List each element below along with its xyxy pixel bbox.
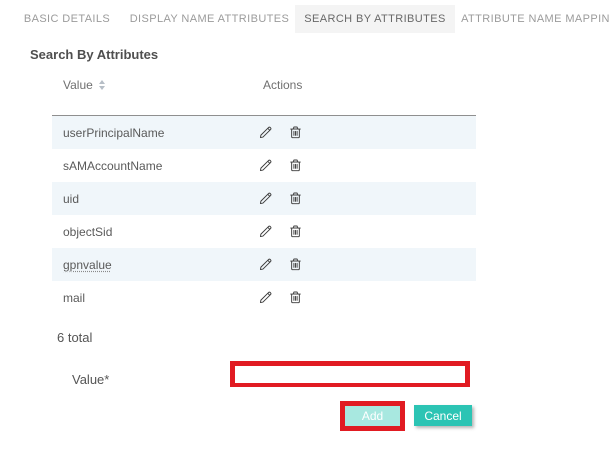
row-value: userPrincipalName	[63, 126, 258, 140]
red-annotation-box-input	[230, 361, 470, 387]
row-actions	[258, 125, 303, 140]
table-row: gpnvalue	[52, 248, 476, 281]
column-header-value-label: Value	[63, 78, 93, 92]
cancel-button[interactable]: Cancel	[414, 405, 472, 426]
delete-trash-icon[interactable]	[288, 257, 303, 272]
table-row: mail	[52, 281, 476, 314]
table-row: userPrincipalName	[52, 116, 476, 149]
delete-trash-icon[interactable]	[288, 290, 303, 305]
column-header-value[interactable]: Value	[63, 78, 263, 92]
attributes-table: Value Actions userPrincipalName	[52, 78, 476, 314]
value-input[interactable]	[235, 367, 465, 383]
row-value: mail	[63, 291, 258, 305]
tab-search-by-attributes[interactable]: SEARCH BY ATTRIBUTES	[295, 5, 455, 33]
edit-pencil-icon[interactable]	[258, 257, 273, 272]
table-row: sAMAccountName	[52, 149, 476, 182]
row-value: sAMAccountName	[63, 159, 258, 173]
delete-trash-icon[interactable]	[288, 191, 303, 206]
column-header-actions: Actions	[263, 78, 302, 92]
tab-bar: BASIC DETAILS DISPLAY NAME ATTRIBUTES SE…	[0, 5, 609, 33]
edit-pencil-icon[interactable]	[258, 158, 273, 173]
delete-trash-icon[interactable]	[288, 158, 303, 173]
search-by-attributes-page: { "tabs": [ { "label": "BASIC DETAILS", …	[0, 0, 609, 449]
table-header: Value Actions	[52, 78, 476, 115]
row-actions	[258, 290, 303, 305]
value-field-label: Value*	[72, 372, 109, 387]
table-row: uid	[52, 182, 476, 215]
row-actions	[258, 158, 303, 173]
table-row: objectSid	[52, 215, 476, 248]
row-actions	[258, 257, 303, 272]
row-actions	[258, 224, 303, 239]
tab-attribute-name-mapping[interactable]: ATTRIBUTE NAME MAPPING	[460, 5, 609, 33]
total-count: 6 total	[57, 330, 92, 345]
row-value: uid	[63, 192, 258, 206]
tab-display-name-attributes[interactable]: DISPLAY NAME ATTRIBUTES	[124, 5, 295, 33]
page-title: Search By Attributes	[30, 47, 158, 62]
sort-updown-icon[interactable]	[99, 80, 105, 90]
edit-pencil-icon[interactable]	[258, 125, 273, 140]
row-actions	[258, 191, 303, 206]
row-value: gpnvalue	[63, 258, 258, 272]
edit-pencil-icon[interactable]	[258, 224, 273, 239]
row-value: objectSid	[63, 225, 258, 239]
red-annotation-box-add: Add	[340, 401, 405, 431]
table-body: userPrincipalName sAMAccountName	[52, 115, 476, 314]
add-button[interactable]: Add	[345, 406, 400, 426]
edit-pencil-icon[interactable]	[258, 290, 273, 305]
delete-trash-icon[interactable]	[288, 125, 303, 140]
edit-pencil-icon[interactable]	[258, 191, 273, 206]
tab-basic-details[interactable]: BASIC DETAILS	[10, 5, 124, 33]
delete-trash-icon[interactable]	[288, 224, 303, 239]
